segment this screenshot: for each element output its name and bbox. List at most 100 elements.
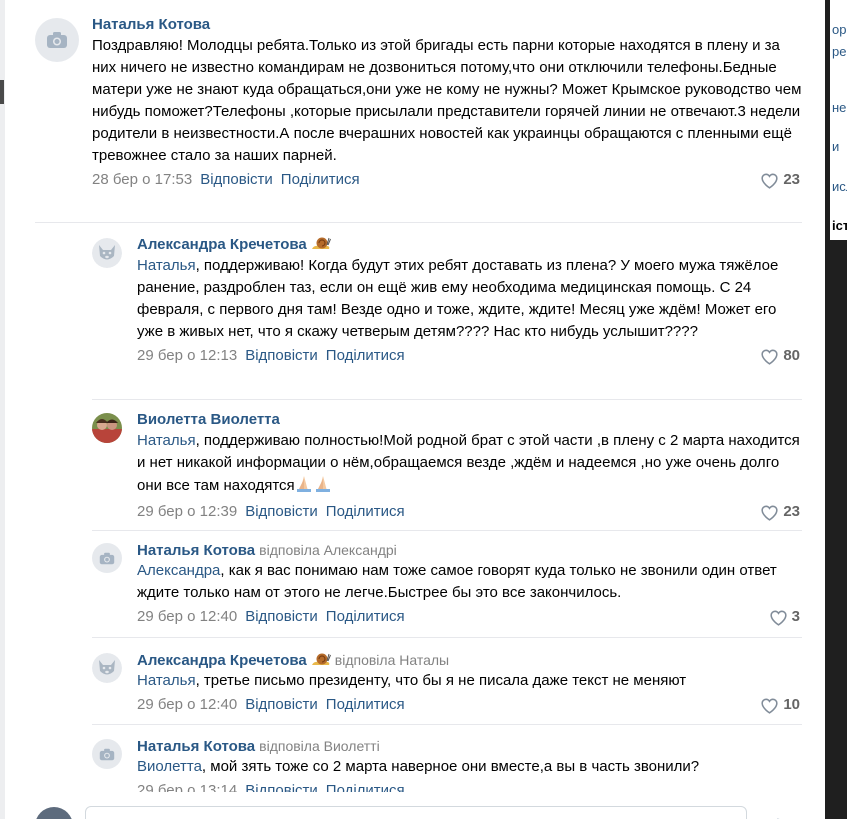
comment-date[interactable]: 29 бер о 13:14 [137,782,237,792]
avatar[interactable] [92,653,122,683]
page: ороге рей нерг и исл істі Наталья Котова… [0,0,847,819]
author-name[interactable]: Александра Кречетова [137,236,307,253]
snail-emoji-icon [311,235,331,257]
camera-placeholder-icon [99,748,115,760]
mention-link[interactable]: Виолетта [137,758,202,775]
comment-meta: 29 бер о 12:39 Відповісти Поділитися 23 [137,501,802,523]
divider [92,530,802,531]
replied-to-label[interactable]: відповіла Виолетті [259,738,380,754]
like-button[interactable]: 23 [760,169,800,191]
comment-date[interactable]: 29 бер о 12:40 [137,608,237,625]
camera-placeholder-icon [47,32,67,48]
avatar[interactable] [92,543,122,573]
comment-reply: Наталья Котова відповіла Александрі Алекс… [92,540,802,638]
like-button[interactable]: 10 [760,694,800,716]
like-count: 10 [783,696,800,713]
comment-text-body: Поздравляю! Молодцы ребята.Только из это… [92,37,802,164]
mention-link[interactable]: Наталья [137,432,196,449]
reply-link[interactable]: Відповісти [245,503,318,520]
like-count: 23 [783,171,800,188]
author-line: Наталья Котова [92,15,802,35]
comment-input[interactable] [85,806,747,819]
comment-meta: 29 бер о 13:14 Відповісти Поділитися [137,780,802,792]
comment-text-body: , как я вас понимаю нам тоже самое говор… [137,562,777,601]
comment-body: Наталья Котова відповіла Александрі Алекс… [137,540,802,628]
comment-body: Александра Кречетова Наталья, поддержива… [137,235,802,367]
sidebar-fragment[interactable]: нерг [832,100,847,115]
comment-reply: Виолетта Виолетта Наталья, поддерживаю п… [92,410,802,531]
comment-reply: Наталья Котова відповіла Виолетті Виолетт… [92,736,802,792]
comment-text-body: , поддерживаю полностью!Мой родной брат … [137,432,800,494]
mention-link[interactable]: Александра [137,562,220,579]
avatar[interactable] [92,739,122,769]
vk-dog-avatar-icon [92,653,122,683]
comment-text-body: , третье письмо президенту, что бы я не … [195,672,687,689]
user-photo-avatar [92,413,122,443]
comment-text: Виолетта, мой зять тоже со 2 марта навер… [137,756,802,778]
share-link[interactable]: Поділитися [326,503,405,520]
comment-date[interactable]: 28 бер о 17:53 [92,171,192,188]
avatar[interactable] [35,18,79,62]
reply-link[interactable]: Відповісти [245,347,318,364]
comment-meta: 29 бер о 12:40 Відповісти Поділитися 10 [137,694,802,716]
heart-outline-icon [761,505,778,521]
comment: Наталья Котова Поздравляю! Молодцы ребят… [35,15,802,223]
comment-date[interactable]: 29 бер о 12:13 [137,347,237,364]
current-user-avatar[interactable] [35,807,73,819]
share-link[interactable]: Поділитися [281,171,360,188]
divider [35,222,802,223]
divider [92,724,802,725]
author-line: Наталья Котова відповіла Виолетті [137,736,802,756]
reply-link[interactable]: Відповісти [245,608,318,625]
comment-meta: 29 бер о 12:13 Відповісти Поділитися 80 [137,345,802,367]
comment-date[interactable]: 29 бер о 12:40 [137,696,237,713]
divider [92,399,802,400]
like-button[interactable]: 3 [769,606,800,628]
author-line: Александра Кречетова відповіла Наталы [137,650,802,670]
mention-link[interactable]: Наталья [137,257,196,274]
like-button[interactable]: 80 [760,345,800,367]
author-name[interactable]: Наталья Котова [137,542,255,559]
mention-link[interactable]: Наталья [137,672,196,689]
share-link[interactable]: Поділитися [326,347,405,364]
like-count: 80 [783,347,800,364]
camera-placeholder-icon [99,552,115,564]
comment-text: Наталья, поддерживаю! Когда будут этих р… [137,255,802,343]
sidebar-fragment[interactable]: и [832,139,839,154]
author-line: Наталья Котова відповіла Александрі [137,540,802,560]
comment-body: Наталья Котова відповіла Виолетті Виолетт… [137,736,802,792]
heart-outline-icon [761,173,778,189]
reply-link[interactable]: Відповісти [245,782,318,792]
share-link[interactable]: Поділитися [326,782,405,792]
vk-dog-avatar-icon [92,238,122,268]
reply-link[interactable]: Відповісти [245,696,318,713]
reply-link[interactable]: Відповісти [200,171,273,188]
comment-text: Александра, как я вас понимаю нам тоже с… [137,560,802,604]
replied-to-label[interactable]: відповіла Наталы [335,652,449,668]
comment-date[interactable]: 29 бер о 12:39 [137,503,237,520]
comment-text-body: , поддерживаю! Когда будут этих ребят до… [137,257,779,340]
like-count: 3 [791,608,800,625]
replied-to-label[interactable]: відповіла Александрі [259,542,397,558]
like-button[interactable]: 23 [760,501,800,523]
sidebar-fragment[interactable]: ороге [832,22,847,37]
comment-text: Наталья, третье письмо президенту, что б… [137,670,802,692]
comment-body: Виолетта Виолетта Наталья, поддерживаю п… [137,410,802,523]
author-line: Виолетта Виолетта [137,410,802,430]
sidebar-fragment[interactable]: исл [832,179,847,194]
author-name[interactable]: Виолетта Виолетта [137,411,280,428]
right-sidebar-menu: ороге рей нерг и исл істі [830,0,847,240]
share-link[interactable]: Поділитися [326,696,405,713]
author-name[interactable]: Наталья Котова [92,16,210,33]
author-name[interactable]: Александра Кречетова [137,652,307,669]
heart-outline-icon [761,349,778,365]
avatar[interactable] [92,413,122,443]
comment-text: Наталья, поддерживаю полностью!Мой родно… [137,430,802,499]
avatar[interactable] [92,238,122,268]
comment-body: Наталья Котова Поздравляю! Молодцы ребят… [92,15,802,191]
sidebar-fragment[interactable]: рей [832,44,847,59]
author-name[interactable]: Наталья Котова [137,738,255,755]
share-link[interactable]: Поділитися [326,608,405,625]
sidebar-fragment[interactable]: істі [832,218,847,233]
folded-hands-emoji-icon [295,474,333,499]
